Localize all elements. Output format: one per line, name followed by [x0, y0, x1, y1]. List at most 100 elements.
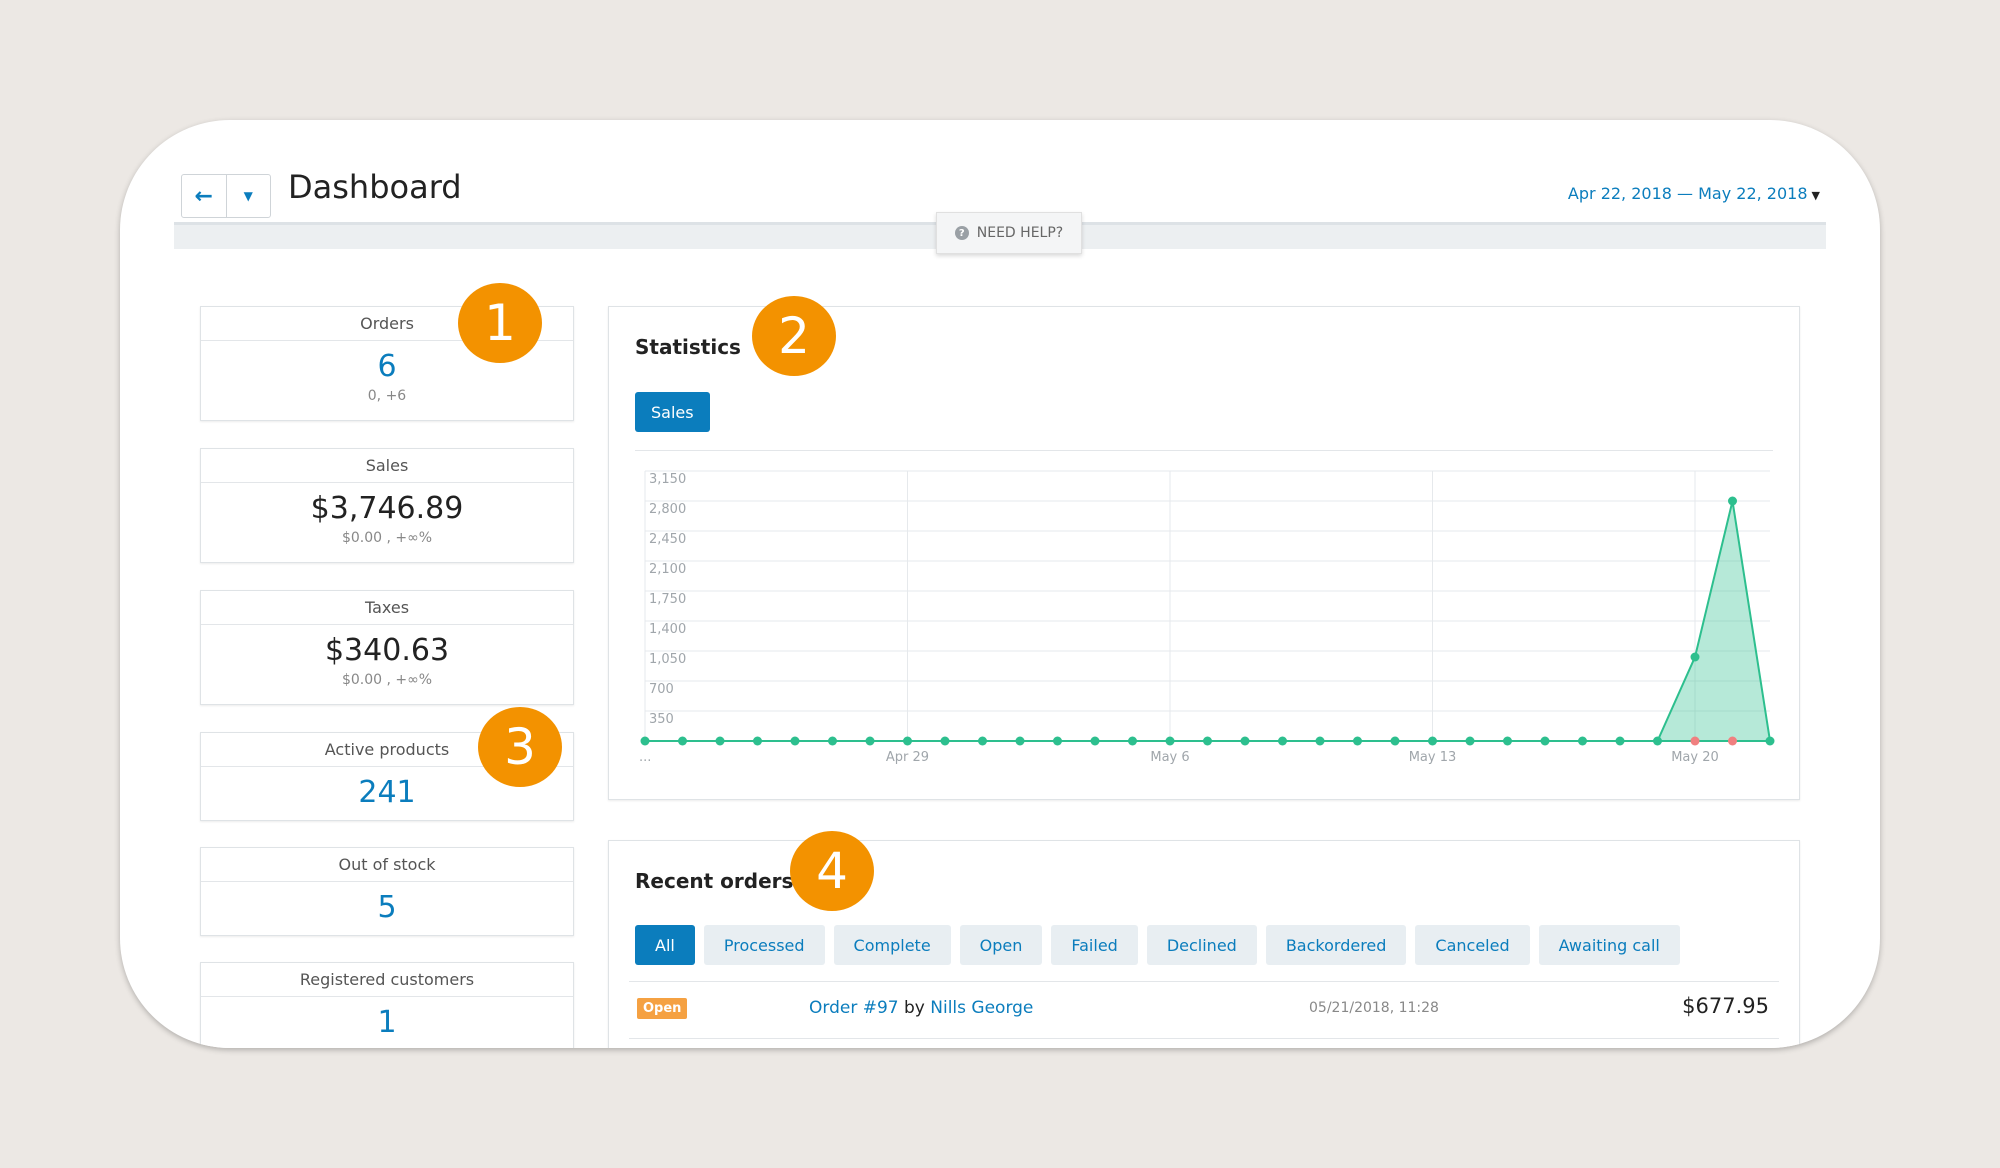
- filter-failed[interactable]: Failed: [1051, 925, 1138, 965]
- data-point: [678, 736, 687, 746]
- order-link[interactable]: Order #97: [809, 998, 899, 1018]
- y-tick-label: 2,100: [649, 562, 686, 577]
- stat-value[interactable]: 5: [201, 890, 573, 925]
- chart-grid: [644, 470, 1770, 742]
- x-tick-label: ...: [639, 750, 651, 765]
- y-tick-label: 2,800: [649, 502, 686, 517]
- data-point: [1315, 736, 1325, 746]
- x-tick-label: May 20: [1671, 750, 1719, 765]
- question-icon: ?: [954, 226, 969, 240]
- data-point: [1015, 736, 1025, 746]
- filter-declined[interactable]: Declined: [1146, 925, 1257, 965]
- order-row: Open Order #97 by Nills George 05/21/201…: [629, 981, 1779, 1039]
- data-point: [1240, 736, 1250, 746]
- filter-all[interactable]: All: [635, 925, 695, 965]
- x-tick-label: May 6: [1150, 750, 1189, 765]
- data-point: [903, 736, 912, 746]
- statistics-panel: Statistics Sales 3,150 2,800 2,450 2,100 1,7…: [608, 306, 1800, 800]
- data-point: [1690, 652, 1700, 662]
- callout-badge-1: 1: [458, 283, 542, 363]
- sales-tab[interactable]: Sales: [635, 392, 710, 432]
- y-tick-label: 1,750: [649, 592, 686, 607]
- stat-change: $0.00 , +∞%: [341, 530, 433, 546]
- customer-link[interactable]: Nills George: [930, 998, 1033, 1018]
- chart-labels: 3,150 2,800 2,450 2,100 1,750 1,400 1,050 700 35…: [639, 472, 1719, 765]
- order-total: $677.95: [1682, 994, 1769, 1018]
- chevron-down-icon[interactable]: ▼: [225, 175, 271, 217]
- sales-chart: 3,150 2,800 2,450 2,100 1,750 1,400 1,050 700 35…: [639, 470, 1775, 765]
- y-tick-label: 2,450: [649, 532, 686, 547]
- y-tick-label: 1,400: [649, 622, 686, 637]
- order-status-badge: Open: [637, 998, 688, 1019]
- callout-badge-3: 3: [478, 707, 562, 787]
- data-point: [865, 736, 875, 746]
- data-point: [1503, 736, 1512, 746]
- filter-awaiting-call[interactable]: Awaiting call: [1538, 925, 1680, 965]
- data-point: [1540, 736, 1550, 746]
- data-point: [1428, 736, 1437, 746]
- order-date: 05/21/2018, 11:28: [1309, 1000, 1439, 1016]
- caret-down-icon: ▼: [1811, 189, 1820, 202]
- data-point: [1353, 736, 1362, 746]
- nav-button-group: ← ▼: [181, 174, 271, 218]
- y-tick-label: 3,150: [649, 472, 686, 487]
- y-tick-label: 1,050: [649, 652, 686, 667]
- stat-label: Out of stock: [201, 848, 573, 882]
- order-by-label: by: [904, 998, 925, 1018]
- recent-orders-title: Recent orders: [635, 869, 794, 893]
- dashboard-frame: ← ▼ Dashboard Apr 22, 2018 — May 22, 201…: [120, 120, 1880, 1048]
- data-point: [1053, 736, 1062, 746]
- chart-divider: [635, 450, 1773, 451]
- data-point: [1278, 736, 1287, 746]
- filter-open[interactable]: Open: [959, 925, 1043, 965]
- data-point: [1578, 736, 1587, 746]
- filter-complete[interactable]: Complete: [833, 925, 951, 965]
- data-point: [753, 736, 762, 746]
- stat-label: Taxes: [201, 591, 573, 625]
- date-range-text: Apr 22, 2018 — May 22, 2018: [1567, 184, 1808, 203]
- stat-label: Registered customers: [201, 963, 573, 997]
- data-point: [1728, 736, 1737, 746]
- order-filter-tabs: All Processed Complete Open Failed Decli…: [635, 925, 1680, 965]
- need-help-label: NEED HELP?: [976, 225, 1064, 241]
- data-point: [1390, 736, 1400, 746]
- stat-label: Sales: [201, 449, 573, 483]
- data-point: [1165, 736, 1175, 746]
- callout-badge-2: 2: [752, 296, 836, 376]
- data-point: [940, 736, 950, 746]
- recent-orders-panel: Recent orders All Processed Complete Ope…: [608, 840, 1800, 1048]
- x-tick-label: Apr 29: [886, 750, 929, 765]
- stat-registered-customers[interactable]: Registered customers 1: [200, 962, 574, 1048]
- order-summary: Order #97 by Nills George: [809, 998, 1033, 1018]
- data-point: [640, 736, 650, 746]
- stat-value: $3,746.89: [310, 491, 464, 526]
- stat-change: 0, +6: [367, 388, 407, 404]
- data-point: [1465, 736, 1475, 746]
- stat-sales: Sales $3,746.89 $0.00 , +∞%: [200, 448, 574, 563]
- filter-canceled[interactable]: Canceled: [1415, 925, 1530, 965]
- back-arrow-icon[interactable]: ←: [182, 175, 226, 217]
- y-tick-label: 350: [649, 712, 674, 727]
- x-tick-label: May 13: [1409, 750, 1457, 765]
- callout-badge-4: 4: [790, 831, 874, 911]
- data-point: [978, 736, 987, 746]
- page-title: Dashboard: [288, 168, 462, 206]
- y-tick-label: 700: [649, 682, 674, 697]
- filter-processed[interactable]: Processed: [703, 925, 825, 965]
- filter-backordered[interactable]: Backordered: [1265, 925, 1407, 965]
- data-point: [715, 736, 725, 746]
- statistics-title: Statistics: [635, 335, 741, 359]
- data-point: [1128, 736, 1137, 746]
- stat-out-of-stock[interactable]: Out of stock 5: [200, 847, 574, 936]
- stat-change: $0.00 , +∞%: [341, 672, 433, 688]
- date-range-picker[interactable]: Apr 22, 2018 — May 22, 2018 ▼: [1568, 184, 1820, 203]
- data-point: [1615, 736, 1625, 746]
- data-point: [1690, 736, 1700, 746]
- stat-value: $340.63: [324, 633, 450, 668]
- need-help-button[interactable]: ? NEED HELP?: [936, 212, 1082, 254]
- data-point: [1203, 736, 1212, 746]
- data-point: [790, 736, 800, 746]
- stat-value[interactable]: 1: [201, 1005, 573, 1040]
- stat-taxes: Taxes $340.63 $0.00 , +∞%: [200, 590, 574, 705]
- data-point: [1765, 736, 1775, 746]
